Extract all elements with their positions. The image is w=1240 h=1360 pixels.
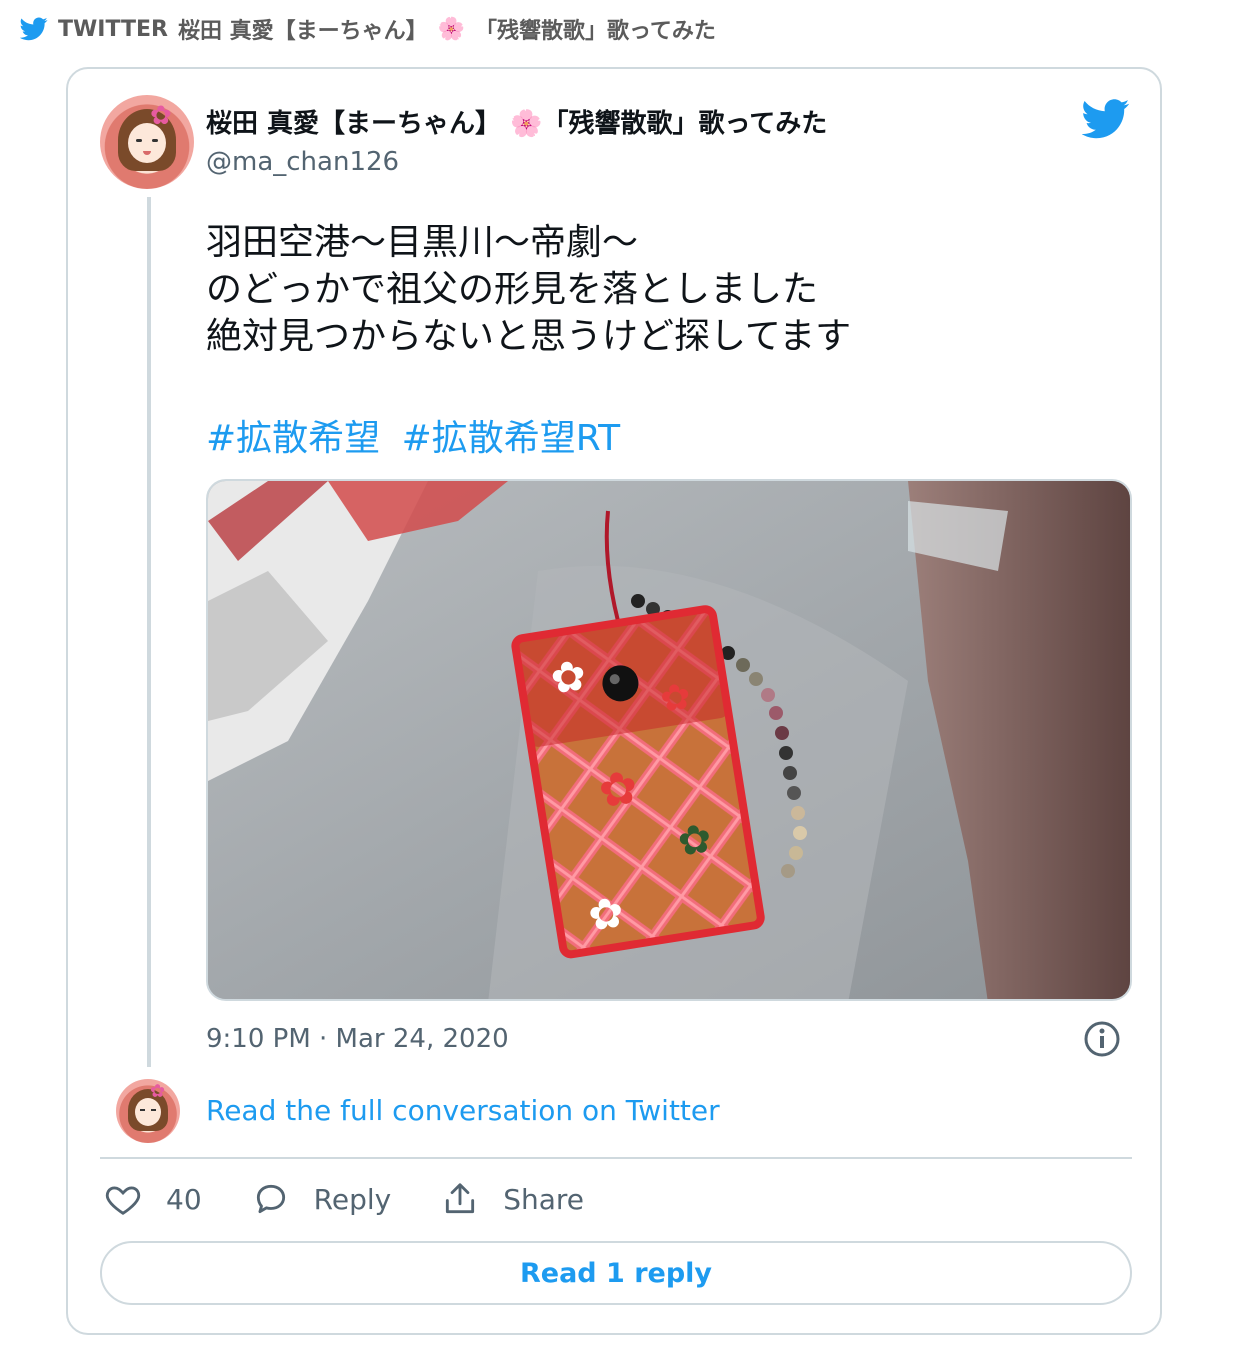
speech-bubble-icon [256,1184,285,1214]
omamori-photo: ✿ ✿ ✿ ✿ ✿ [208,481,1130,999]
read-full-conversation-link[interactable]: Read the full conversation on Twitter [206,1094,720,1127]
like-button[interactable]: 40 [104,1180,202,1218]
hashtag-link[interactable]: #拡散希望RT [402,418,621,459]
author-avatar-small[interactable]: ✿ [116,1079,180,1143]
hashtag-link[interactable]: #拡散希望 [206,418,380,459]
tweet-card: ✿ 桜田 真愛【まーちゃん】 🌸「残響散歌」歌ってみた @ma_chan126 … [66,67,1162,1335]
svg-text:✿: ✿ [675,815,715,866]
author-name[interactable]: 桜田 真愛【まーちゃん】 🌸「残響散歌」歌ってみた [206,103,827,140]
flower-icon: ✿ [150,101,172,131]
embed-header: TWITTER 桜田 真愛【まーちゃん】 🌸 「残響散歌」歌ってみた [20,12,716,46]
author-avatar[interactable]: ✿ [100,95,194,189]
header-source-label: TWITTER [58,16,168,42]
tweet-text-line: 羽田空港〜目黒川〜帝劇〜 [206,222,639,263]
info-icon[interactable] [1082,1019,1122,1059]
author-name-text: 桜田 真愛【まーちゃん】 [206,109,502,139]
svg-text:✿: ✿ [657,676,693,721]
thread-line [147,197,151,1067]
tweet-text: 羽田空港〜目黒川〜帝劇〜 のどっかで祖父の形見を落としました 絶対見つからないと… [206,219,1106,360]
share-label: Share [503,1182,584,1216]
reply-label: Reply [313,1182,392,1216]
share-button[interactable]: Share [441,1180,584,1218]
like-count: 40 [166,1182,202,1216]
tweet-text-line: のどっかで祖父の形見を落としました [206,269,819,310]
read-replies-button[interactable]: Read 1 reply [100,1241,1132,1305]
action-bar: 40 Reply Share [104,1175,634,1223]
tweet-photo[interactable]: ✿ ✿ ✿ ✿ ✿ [206,479,1132,1001]
cherry-blossom-icon: 🌸 [510,109,543,139]
tweet-text-line: 絶対見つからないと思うけど探してます [206,316,852,357]
author-name-suffix: 「残響散歌」歌ってみた [542,109,828,139]
twitter-bird-icon [20,17,48,41]
reply-button[interactable]: Reply [252,1180,392,1218]
twitter-bird-icon[interactable] [1082,99,1130,139]
heart-icon [105,1186,141,1215]
header-title: 桜田 真愛【まーちゃん】 [177,19,428,44]
flower-icon: ✿ [150,1081,166,1102]
tweet-timestamp[interactable]: 9:10 PM · Mar 24, 2020 [206,1024,509,1054]
divider [100,1157,1132,1159]
hashtags: #拡散希望 #拡散希望RT [206,409,630,461]
share-icon [446,1183,475,1214]
author-handle[interactable]: @ma_chan126 [206,147,399,177]
header-title-suffix: 「残響散歌」歌ってみた [475,19,716,44]
cherry-blossom-icon: 🌸 [437,16,466,42]
